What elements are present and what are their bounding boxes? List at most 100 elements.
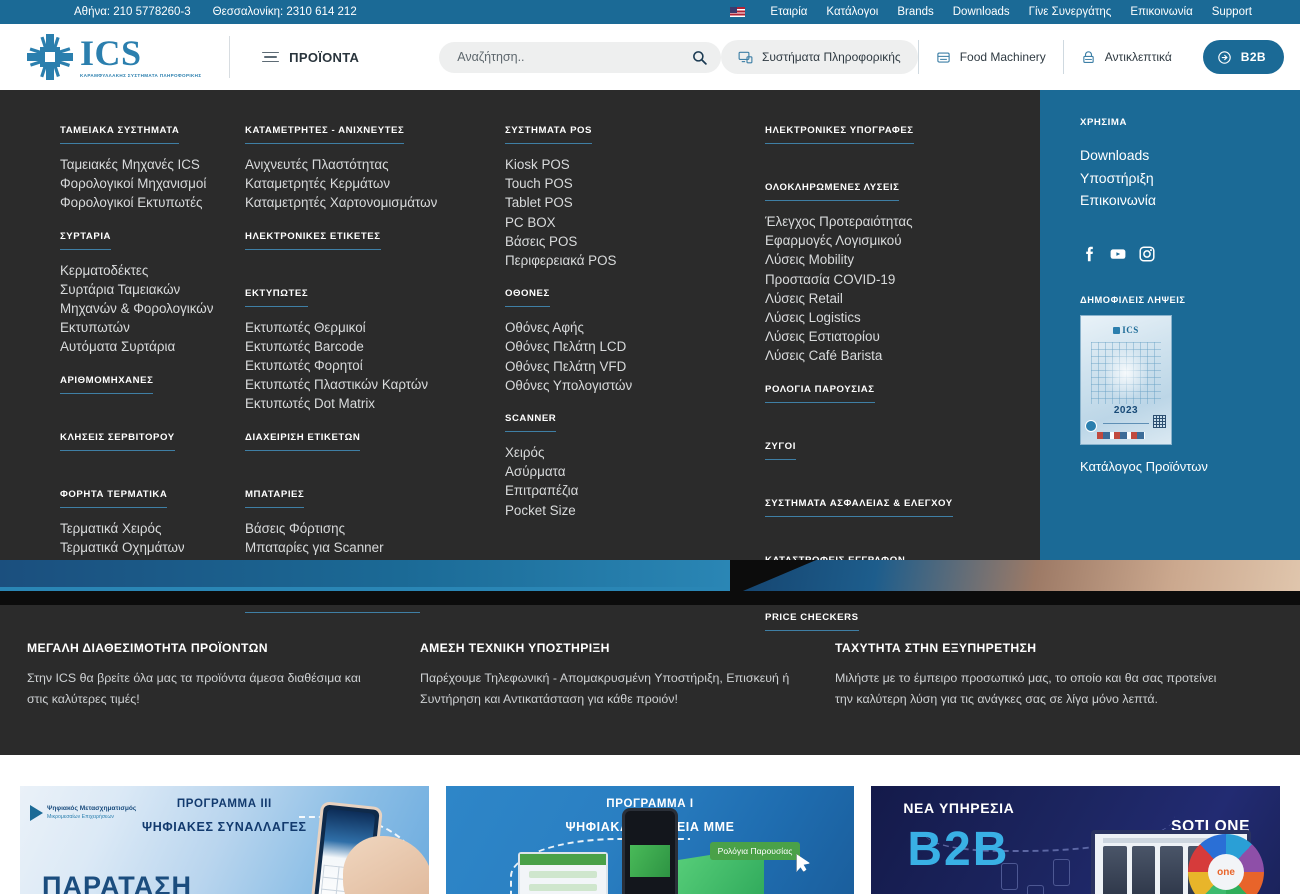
top-nav-item-contact[interactable]: Επικοινωνία [1130,6,1192,18]
hero-photo-shade [710,591,1300,605]
products-menu-button[interactable]: ΠΡΟΪΟΝΤΑ [262,50,359,65]
header-nav-pills: Συστήματα Πληροφορικής Food Machinery Αν… [720,40,1284,74]
catalog-cover-logo: ICS [1081,325,1171,335]
phone-thessaloniki: Θεσσαλονίκη: 2310 614 212 [212,6,357,18]
menu-group-title[interactable]: ΚΛΗΣΕΙΣ ΣΕΡΒΙΤΟΡΟΥ [60,432,175,451]
menu-link[interactable]: Φορολογικοί Μηχανισμοί [60,174,235,193]
menu-group-title[interactable]: ΗΛΕΚΤΡΟΝΙΚΕΣ ΥΠΟΓΡΑΦΕΣ [765,125,914,144]
sidebar-link-contact[interactable]: Επικοινωνία [1080,189,1300,212]
promo-banner-program-3[interactable]: Ψηφιακός Μετασχηματισμός Μικρομεσαίων Επι… [20,786,429,894]
menu-link[interactable]: Kiosk POS [505,155,755,174]
b2b-button[interactable]: B2B [1202,40,1284,74]
search-bar[interactable] [439,41,721,73]
promo-banner-b2b-soti[interactable]: ΝΕΑ ΥΠΗΡΕΣΙΑ SOTI ONE B2B one [871,786,1281,894]
menu-link[interactable]: Εκτυπωτές Dot Matrix [245,394,495,413]
menu-link[interactable]: Κερματοδέκτες [60,261,235,280]
menu-group-title[interactable]: ΡΟΛΟΓΙΑ ΠΑΡΟΥΣΙΑΣ [765,384,875,403]
top-nav-item-partner[interactable]: Γίνε Συνεργάτης [1029,6,1112,18]
menu-link[interactable]: Touch POS [505,174,755,193]
menu-group-title[interactable]: ΣΥΣΤΗΜΑΤΑ POS [505,125,592,144]
menu-link[interactable]: Καταμετρητές Χαρτονομισμάτων [245,193,495,212]
feature-text: Παρέχουμε Τηλεφωνική - Απομακρυσμένη Υπο… [420,671,790,706]
menu-group-title[interactable]: SCANNER [505,413,557,433]
menu-link[interactable]: Μπαταρίες για Scanner [245,538,495,557]
menu-link[interactable]: Λύσεις Retail [765,289,990,308]
menu-link[interactable]: Ανιχνευτές Πλαστότητας [245,155,495,174]
menu-link[interactable]: Εκτυπωτών [60,318,235,337]
menu-group-title[interactable]: ΟΛΟΚΛΗΡΩΜΕΝΕΣ ΛΥΣΕΙΣ [765,182,900,201]
promo-banner-program-1[interactable]: ΠΡΟΓΡΑΜΜΑ I ΨΗΦΙΑΚΑ ΕΡΓΑΛΕΙΑ ΜΜΕ 01:15 Ρ… [445,786,855,894]
menu-link[interactable]: Tablet POS [505,193,755,212]
menu-group-title[interactable]: ΟΘΟΝΕΣ [505,288,550,308]
nav-pill-it-systems[interactable]: Συστήματα Πληροφορικής [720,40,918,74]
sidebar-link-support[interactable]: Υποστήριξη [1080,167,1300,190]
menu-link[interactable]: Λύσεις Εστιατορίου [765,327,990,346]
menu-link[interactable]: Συρτάρια Ταμειακών [60,280,235,299]
menu-group-title[interactable]: ΖΥΓΟΙ [765,441,796,460]
top-nav-item-support[interactable]: Support [1212,6,1252,18]
list-item: Ανιχνευτές Πλαστότητας [245,155,495,174]
menu-link[interactable]: Εφαρμογές Λογισμικού [765,231,990,250]
menu-link[interactable]: Εκτυπωτές Θερμικοί [245,318,495,337]
search-input[interactable] [457,50,690,64]
menu-link[interactable]: Χειρός [505,443,755,462]
menu-link[interactable]: Φορολογικοί Εκτυπωτές [60,193,235,212]
menu-link[interactable]: Περιφερειακά POS [505,251,755,270]
menu-link[interactable]: Pocket Size [505,501,755,520]
instagram-icon[interactable] [1138,246,1155,263]
menu-link[interactable]: Εκτυπωτές Φορητοί [245,356,495,375]
feature-service-speed: ΤΑΧΥΤΗΤΑ ΣΤΗΝ ΕΞΥΠΗΡΕΤΗΣΗ Μιλήστε με το … [835,641,1265,755]
menu-link[interactable]: Οθόνες Πελάτη VFD [505,357,755,376]
menu-link[interactable]: Έλεγχος Προτεραιότητας [765,212,990,231]
menu-group-title[interactable]: ΗΛΕΚΤΡΟΝΙΚΕΣ ΕΤΙΚΕΤΕΣ [245,231,381,250]
catalog-cover-ribbon [1097,431,1145,439]
menu-group-title[interactable]: ΣΥΣΤΗΜΑΤΑ ΑΣΦΑΛΕΙΑΣ & ΕΛΕΓΧΟΥ [765,498,953,517]
catalog-cover-thumbnail[interactable]: ICS 2023 [1080,314,1172,445]
menu-group-title[interactable]: ΚΑΤΑΜΕΤΡΗΤΕΣ - ΑΝΙΧΝΕΥΤΕΣ [245,125,405,144]
top-nav-item-downloads[interactable]: Downloads [953,6,1010,18]
menu-link[interactable]: Επιτραπέζια [505,481,755,500]
nav-pill-anti-theft[interactable]: Αντικλεπτικά [1062,40,1189,74]
menu-link[interactable]: Ασύρματα [505,462,755,481]
menu-link[interactable]: Εκτυπωτές Πλαστικών Καρτών [245,375,495,394]
menu-group-title[interactable]: ΑΡΙΘΜΟΜΗΧΑΝΕΣ [60,375,154,394]
menu-link[interactable]: Εκτυπωτές Barcode [245,337,495,356]
menu-group-title[interactable]: ΕΚΤΥΠΩΤΕΣ [245,288,309,307]
us-flag-icon[interactable] [730,7,746,17]
facebook-icon[interactable] [1080,246,1097,263]
feature-title: ΑΜΕΣΗ ΤΕΧΝΙΚΗ ΥΠΟΣΤΗΡΙΞΗ [420,641,610,655]
list-item: Βάσεις POS [505,232,755,251]
menu-group-title[interactable]: ΦΟΡΗΤΑ ΤΕΡΜΑΤΙΚΑ [60,489,168,508]
menu-link[interactable]: Λύσεις Café Barista [765,346,990,365]
menu-group-title[interactable]: PRICE CHECKERS [765,612,859,631]
menu-link[interactable]: Λύσεις Mobility [765,250,990,269]
youtube-icon[interactable] [1109,246,1126,263]
list-item: Οθόνες Πελάτη VFD [505,357,755,376]
menu-link[interactable]: Βάσεις POS [505,232,755,251]
nav-pill-food-machinery[interactable]: Food Machinery [917,40,1063,74]
top-nav-item-catalogs[interactable]: Κατάλογοι [826,6,878,18]
menu-link[interactable]: Οθόνες Υπολογιστών [505,376,755,395]
menu-link[interactable]: Οθόνες Πελάτη LCD [505,337,755,356]
catalog-caption[interactable]: Κατάλογος Προϊόντων [1080,459,1300,474]
logo[interactable]: ICS ΚΑΡΑΜΦΥΛΛΑΚΗΣ ΣΥΣΤΗΜΑΤΑ ΠΛΗΡΟΦΟΡΙΚΗΣ [26,33,201,81]
top-nav-item-company[interactable]: Εταιρία [770,6,807,18]
menu-link[interactable]: Τερματικά Οχημάτων [60,538,235,557]
top-nav-item-brands[interactable]: Brands [897,6,933,18]
menu-link[interactable]: Αυτόματα Συρτάρια [60,337,235,356]
menu-link[interactable]: PC BOX [505,213,755,232]
menu-link[interactable]: Προστασία COVID-19 [765,270,990,289]
menu-link[interactable]: Οθόνες Αφής [505,318,755,337]
menu-link[interactable]: Βάσεις Φόρτισης [245,519,495,538]
menu-group-title[interactable]: ΤΑΜΕΙΑΚΑ ΣΥΣΤΗΜΑΤΑ [60,125,180,144]
menu-link[interactable]: Ταμειακές Μηχανές ICS [60,155,235,174]
menu-group-title[interactable]: ΔΙΑΧΕΙΡΙΣΗ ΕΤΙΚΕΤΩΝ [245,432,361,451]
menu-link[interactable]: Τερματικά Χειρός [60,519,235,538]
menu-link[interactable]: Μηχανών & Φορολογικών [60,299,235,318]
search-submit-button[interactable] [690,50,709,65]
menu-link[interactable]: Καταμετρητές Κερμάτων [245,174,495,193]
menu-group-title[interactable]: ΣΥΡΤΑΡΙΑ [60,231,112,250]
menu-link[interactable]: Λύσεις Logistics [765,308,990,327]
sidebar-link-downloads[interactable]: Downloads [1080,144,1300,167]
menu-group-title[interactable]: ΜΠΑΤΑΡΙΕΣ [245,489,305,508]
